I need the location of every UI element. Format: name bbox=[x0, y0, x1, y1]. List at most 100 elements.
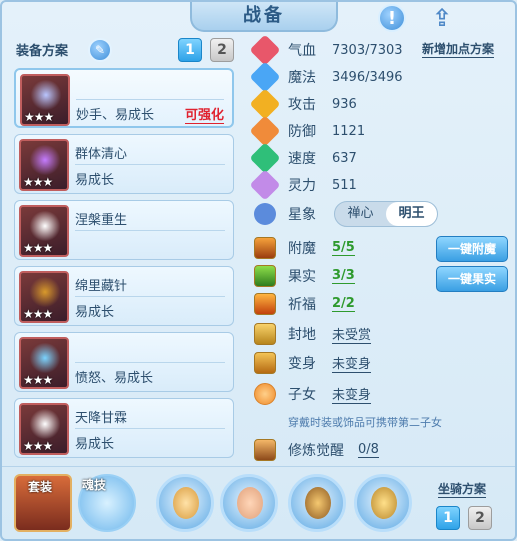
stat-label: 速度 bbox=[288, 151, 316, 167]
blessing-icon bbox=[254, 293, 276, 315]
equipment-skill: 绵里藏针 bbox=[75, 279, 128, 294]
equipment-card-6[interactable]: ★★★ 天降甘霖 易成长 bbox=[14, 398, 234, 458]
star-sign-icon bbox=[249, 198, 281, 230]
mount-plan-2-button[interactable]: 2 bbox=[468, 506, 492, 530]
equipment-card-1[interactable]: ★★★ 妙手、易成长 可强化 bbox=[14, 68, 234, 128]
stat-row-mp: 魔法 3496/3496 bbox=[249, 61, 403, 93]
stat-label: 封地 bbox=[288, 327, 316, 343]
bottom-divider bbox=[2, 466, 515, 467]
equipment-skill: 涅槃重生 bbox=[75, 213, 128, 228]
stat-label: 变身 bbox=[288, 356, 316, 372]
stat-label: 果实 bbox=[288, 269, 316, 285]
hp-icon bbox=[249, 34, 281, 66]
mount-plan-title: 坐骑方案 bbox=[438, 482, 487, 498]
children-icon bbox=[254, 383, 276, 405]
equipment-icon: ★★★ bbox=[19, 403, 69, 455]
pet-slot-2[interactable] bbox=[220, 474, 278, 532]
stat-label: 附魔 bbox=[288, 241, 316, 257]
stat-label: 祈福 bbox=[288, 297, 316, 313]
stat-value: 7303/7303 bbox=[332, 42, 403, 58]
awaken-value[interactable]: 0/8 bbox=[358, 442, 379, 458]
stat-label: 魔法 bbox=[288, 70, 316, 86]
divider bbox=[75, 164, 225, 165]
equipment-traits: 妙手、易成长 bbox=[76, 108, 155, 123]
star-rating: ★★★ bbox=[23, 439, 53, 453]
stat-row-star: 星象 bbox=[249, 198, 326, 230]
equipment-card-4[interactable]: ★★★ 绵里藏针 易成长 bbox=[14, 266, 234, 326]
spirit-icon bbox=[249, 169, 281, 201]
pet-portrait-icon bbox=[237, 487, 263, 519]
blessing-value: 2/2 bbox=[332, 296, 355, 312]
equipment-card-5[interactable]: ★★★ 愤怒、易成长 bbox=[14, 332, 234, 392]
enchant-value: 5/5 bbox=[332, 240, 355, 256]
extra-row-transform: 变身 未变身 bbox=[252, 351, 372, 375]
equipment-plan-1-button[interactable]: 1 bbox=[178, 38, 202, 62]
stat-value: 511 bbox=[332, 177, 357, 193]
divider bbox=[75, 362, 225, 363]
stat-label: 气血 bbox=[288, 43, 316, 59]
star-rating: ★★★ bbox=[23, 373, 53, 387]
equipment-traits: 易成长 bbox=[75, 437, 115, 452]
stat-value: 3496/3496 bbox=[332, 69, 403, 85]
extra-row-enchant: 附魔 5/5 bbox=[252, 236, 355, 260]
star-sign-toggle[interactable]: 禅心 明王 bbox=[334, 201, 438, 227]
divider bbox=[75, 296, 225, 297]
divider bbox=[76, 99, 224, 100]
star-rating: ★★★ bbox=[23, 175, 53, 189]
stat-label: 灵力 bbox=[288, 178, 316, 194]
star-rating: ★★★ bbox=[23, 241, 53, 255]
stat-label: 攻击 bbox=[288, 97, 316, 113]
extra-row-fief: 封地 未受赏 bbox=[252, 322, 372, 346]
equipment-card-2[interactable]: ★★★ 群体清心 易成长 bbox=[14, 134, 234, 194]
suit-label: 套装 bbox=[28, 480, 53, 494]
mount-plan-1-button[interactable]: 1 bbox=[436, 506, 460, 530]
equipment-traits: 愤怒、易成长 bbox=[75, 371, 154, 386]
extra-row-awaken: 修炼觉醒 0/8 bbox=[252, 438, 379, 462]
attack-icon bbox=[249, 88, 281, 120]
mana-icon bbox=[249, 61, 281, 93]
pet-portrait-icon bbox=[371, 487, 397, 519]
pet-slot-4[interactable] bbox=[354, 474, 412, 532]
share-icon[interactable]: ⇪ bbox=[426, 4, 458, 32]
equipment-panel: 战备 ! ⇪ 装备方案 ✎ 1 2 ★★★ 妙手、易成长 可强化 ★★★ 群体清… bbox=[0, 0, 517, 541]
transform-icon bbox=[254, 352, 276, 374]
add-stat-plan-button[interactable]: 新增加点方案 bbox=[422, 40, 495, 58]
pet-slot-3[interactable] bbox=[288, 474, 346, 532]
speed-icon bbox=[249, 142, 281, 174]
edit-icon[interactable]: ✎ bbox=[88, 38, 112, 62]
defense-icon bbox=[249, 115, 281, 147]
equipment-plan-title: 装备方案 bbox=[16, 44, 69, 59]
help-icon[interactable]: ! bbox=[378, 4, 406, 32]
equipment-icon: ★★★ bbox=[19, 271, 69, 323]
equipment-plan-2-button[interactable]: 2 bbox=[210, 38, 234, 62]
children-value[interactable]: 未变身 bbox=[332, 384, 372, 404]
equipment-traits: 易成长 bbox=[75, 173, 115, 188]
star-option-chanxin[interactable]: 禅心 bbox=[335, 202, 386, 226]
equipment-card-3[interactable]: ★★★ 涅槃重生 bbox=[14, 200, 234, 260]
equipment-icon: ★★★ bbox=[19, 337, 69, 389]
one-click-fruit-button[interactable]: 一键果实 bbox=[436, 266, 508, 292]
pet-slot-1[interactable] bbox=[156, 474, 214, 532]
fief-value[interactable]: 未受赏 bbox=[332, 324, 372, 344]
stat-row-attack: 攻击 936 bbox=[249, 88, 357, 120]
star-rating: ★★★ bbox=[24, 110, 54, 124]
equipment-icon: ★★★ bbox=[19, 205, 69, 257]
transform-value[interactable]: 未变身 bbox=[332, 353, 372, 373]
soul-skill-label: 魂技 bbox=[82, 478, 107, 492]
fief-icon bbox=[254, 323, 276, 345]
awaken-icon bbox=[254, 439, 276, 461]
stat-label: 防御 bbox=[288, 124, 316, 140]
pet-portrait-icon bbox=[173, 487, 199, 519]
stat-value: 936 bbox=[332, 96, 357, 112]
enhance-link[interactable]: 可强化 bbox=[184, 104, 224, 124]
page-title: 战备 bbox=[190, 2, 338, 32]
star-option-mingwang[interactable]: 明王 bbox=[386, 202, 437, 226]
stat-value: 637 bbox=[332, 150, 357, 166]
equipment-skill: 天降甘霖 bbox=[75, 411, 128, 426]
extra-row-fruit: 果实 3/3 bbox=[252, 264, 355, 288]
fruit-icon bbox=[254, 265, 276, 287]
stat-value: 1121 bbox=[332, 123, 366, 139]
one-click-enchant-button[interactable]: 一键附魔 bbox=[436, 236, 508, 262]
fruit-value: 3/3 bbox=[332, 268, 355, 284]
enchant-icon bbox=[254, 237, 276, 259]
